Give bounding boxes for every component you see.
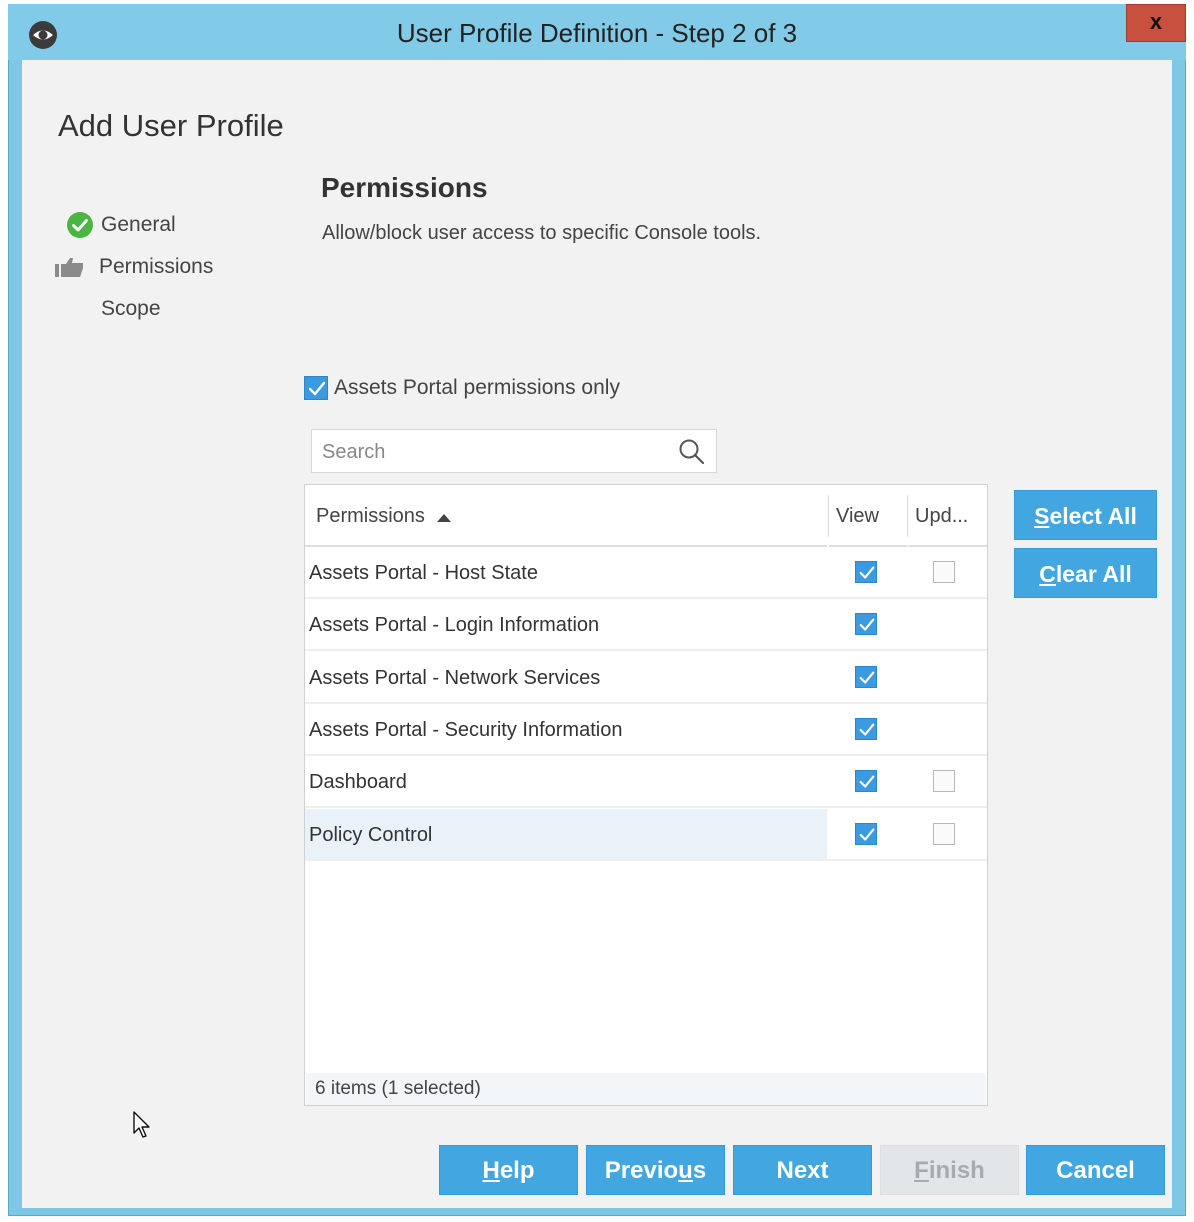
step-permissions[interactable]: Permissions: [99, 254, 213, 280]
column-header-permissions[interactable]: Permissions: [305, 485, 827, 547]
table-row[interactable]: Assets Portal - Network Services: [305, 652, 987, 704]
finish-button: Finish: [880, 1145, 1019, 1195]
view-checkbox[interactable]: [855, 613, 877, 636]
assets-only-label[interactable]: Assets Portal permissions only: [334, 376, 620, 400]
view-checkbox[interactable]: [855, 770, 877, 793]
table-row[interactable]: Assets Portal - Security Information: [305, 704, 987, 756]
column-header-update[interactable]: Upd...: [908, 485, 987, 547]
section-title: Permissions: [321, 172, 488, 203]
column-header-view[interactable]: View: [829, 485, 907, 547]
clear-all-label: lear All: [1055, 561, 1132, 587]
thumbs-up-icon: [54, 256, 84, 283]
permission-name: Assets Portal - Security Information: [309, 718, 623, 741]
help-label: elp: [499, 1157, 535, 1184]
search-input[interactable]: [320, 436, 664, 468]
finish-mnemonic: F: [914, 1157, 929, 1184]
page-title: Add User Profile: [58, 108, 284, 143]
title-bar[interactable]: User Profile Definition - Step 2 of 3: [8, 4, 1186, 60]
help-mnemonic: H: [482, 1157, 500, 1184]
next-button[interactable]: Next: [733, 1145, 872, 1195]
table-row[interactable]: Assets Portal - Host State: [305, 547, 987, 599]
search-field[interactable]: [311, 429, 717, 473]
permission-name: Assets Portal - Network Services: [309, 666, 601, 689]
permission-name: Dashboard: [309, 771, 407, 794]
table-row[interactable]: Assets Portal - Login Information: [305, 599, 987, 652]
previous-mnemonic: u: [678, 1157, 693, 1184]
previous-button[interactable]: Previous: [586, 1145, 725, 1195]
window-title: User Profile Definition - Step 2 of 3: [396, 18, 798, 48]
section-description: Allow/block user access to specific Cons…: [322, 222, 762, 244]
select-all-button[interactable]: Select All: [1014, 490, 1157, 540]
column-header-permissions-label: Permissions: [316, 505, 425, 527]
table-row[interactable]: Dashboard: [305, 756, 987, 809]
previous-label-end: s: [692, 1157, 707, 1184]
permission-name: Assets Portal - Login Information: [309, 614, 600, 637]
table-row[interactable]: Policy Control: [305, 808, 987, 861]
permissions-table: Permissions View Upd... Assets Portal - …: [304, 484, 988, 1106]
sort-ascending-icon: [436, 486, 452, 548]
view-checkbox[interactable]: [855, 717, 877, 740]
permission-name: Policy Control: [305, 808, 827, 859]
search-icon[interactable]: [678, 438, 706, 471]
clear-all-button[interactable]: Clear All: [1014, 548, 1157, 598]
step-scope[interactable]: Scope: [101, 296, 161, 322]
finish-label: inish: [928, 1157, 985, 1184]
update-checkbox[interactable]: [933, 561, 955, 583]
step-general[interactable]: General: [101, 212, 176, 238]
update-checkbox[interactable]: [933, 822, 955, 845]
help-button[interactable]: Help: [439, 1145, 578, 1195]
select-all-mnemonic: S: [1034, 503, 1050, 529]
view-checkbox[interactable]: [855, 665, 877, 688]
close-button[interactable]: x: [1126, 4, 1186, 42]
permission-name: Assets Portal - Host State: [309, 562, 538, 584]
cancel-button[interactable]: Cancel: [1026, 1145, 1165, 1195]
view-checkbox[interactable]: [855, 561, 877, 583]
previous-label-start: Previo: [604, 1157, 679, 1184]
assets-only-checkbox[interactable]: [304, 376, 328, 400]
update-checkbox[interactable]: [933, 770, 955, 793]
view-checkbox[interactable]: [855, 822, 877, 845]
check-circle-icon: [66, 211, 94, 244]
clear-all-mnemonic: C: [1039, 561, 1056, 587]
mouse-cursor-icon: [133, 1111, 153, 1144]
select-all-label: elect All: [1049, 503, 1137, 529]
table-status: 6 items (1 selected): [306, 1073, 986, 1105]
